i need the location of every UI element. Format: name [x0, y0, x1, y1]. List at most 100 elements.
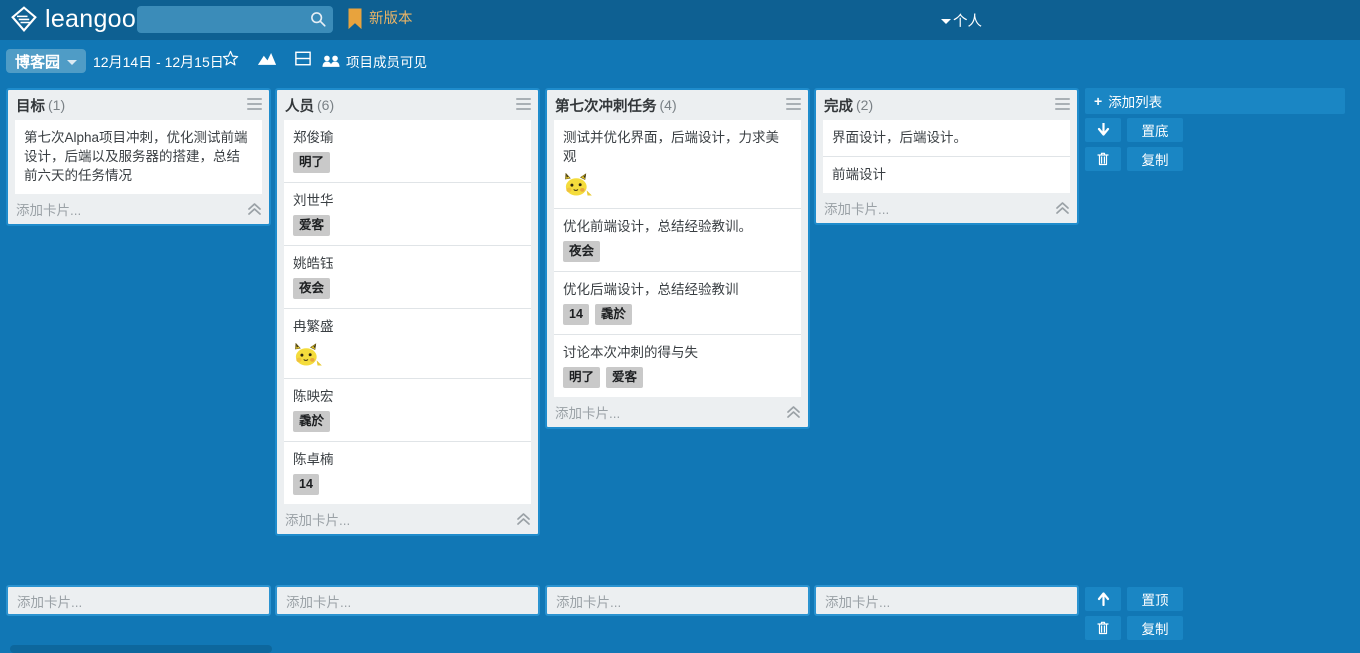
list-title: 第七次冲刺任务 [555, 98, 657, 115]
card[interactable]: 姚皓钰 夜会 [284, 246, 531, 309]
chevron-down-icon [941, 19, 951, 24]
add-card-input[interactable]: 添加卡片... [275, 585, 540, 616]
card[interactable]: 冉繁盛 [284, 309, 531, 379]
calendar-icon[interactable] [295, 51, 311, 66]
copy-list-button[interactable]: 复制 [1127, 147, 1183, 171]
card[interactable]: 讨论本次冲刺的得与失明了 爱客 [554, 335, 801, 397]
card[interactable]: 前端设计 [823, 157, 1070, 193]
card-text: 姚皓钰 [293, 256, 334, 271]
member-badge[interactable]: 夜会 [293, 278, 331, 299]
list-card-count: (4) [659, 97, 677, 113]
hamburger-menu-icon[interactable] [1055, 98, 1070, 111]
card[interactable]: 陈卓楠 14 [284, 442, 531, 504]
member-badge[interactable]: 14 [563, 304, 589, 325]
card-member-badges: 14 [293, 474, 522, 495]
card-member-badges: 明了 [293, 152, 522, 173]
card[interactable]: 界面设计，后端设计。 [823, 120, 1070, 157]
move-to-bottom-label-button[interactable]: 置底 [1127, 118, 1183, 142]
card-text: 陈映宏 [293, 389, 334, 404]
card[interactable]: 优化前端设计，总结经验教训。夜会 [554, 209, 801, 272]
card-text: 界面设计，后端设计。 [832, 130, 967, 145]
add-card-placeholder[interactable]: 添加卡片... [16, 199, 81, 219]
add-card-placeholder[interactable]: 添加卡片... [824, 198, 889, 218]
card[interactable]: 刘世华 爱客 [284, 183, 531, 246]
card-text: 优化前端设计，总结经验教训。 [563, 219, 752, 234]
new-version-link[interactable]: 新版本 [348, 8, 413, 29]
list-footer: 添加卡片... [816, 193, 1077, 223]
star-icon[interactable] [222, 50, 239, 67]
pikachu-avatar [565, 173, 592, 196]
card-member-badges: 夜会 [293, 278, 522, 299]
add-card-placeholder[interactable]: 添加卡片... [285, 509, 350, 529]
double-chevron-up-icon[interactable] [786, 405, 801, 419]
card[interactable]: 郑俊瑜 明了 [284, 120, 531, 183]
list-title: 目标 [16, 98, 45, 115]
list-cards: 郑俊瑜明了刘世华爱客姚皓钰夜会冉繁盛陈映宏毳於陈卓楠 14 [277, 120, 538, 504]
member-badge[interactable]: 毳於 [594, 304, 632, 325]
add-card-input[interactable]: 添加卡片... [6, 585, 271, 616]
member-badge[interactable]: 明了 [563, 367, 601, 388]
add-card-placeholder[interactable]: 添加卡片... [555, 402, 620, 422]
double-chevron-up-icon[interactable] [1055, 201, 1070, 215]
list-card-count: (2) [856, 97, 874, 113]
trash-icon [1097, 152, 1109, 166]
card-text: 第七次Alpha项目冲刺，优化测试前端设计，后端以及服务器的搭建，总结前六天的任… [24, 130, 248, 183]
move-to-bottom-button[interactable] [1085, 118, 1121, 142]
list-copy-row: 复制 [1085, 147, 1183, 171]
search-icon[interactable] [309, 10, 327, 28]
member-badge[interactable]: 毳於 [293, 411, 331, 432]
board-name-dropdown[interactable]: 博客园 [6, 49, 87, 73]
card[interactable]: 测试并优化界面，后端设计，力求美观 [554, 120, 801, 209]
arrow-up-icon [1097, 592, 1109, 606]
add-card-input[interactable]: 添加卡片... [545, 585, 810, 616]
card-text: 冉繁盛 [293, 319, 334, 334]
user-menu[interactable]: 个人 [941, 10, 982, 31]
add-list-button[interactable]: + 添加列表 [1085, 88, 1345, 114]
card[interactable]: 优化后端设计，总结经验教训 14 毳於 [554, 272, 801, 335]
add-card-input-placeholder: 添加卡片... [825, 594, 891, 610]
hamburger-menu-icon[interactable] [516, 98, 531, 111]
board-visibility[interactable]: 项目成员可见 [322, 51, 427, 71]
list-footer: 添加卡片... [8, 194, 269, 224]
card-member-badges: 明了 爱客 [563, 367, 792, 388]
chevron-down-icon [67, 59, 78, 65]
list-copy-row-bottom: 复制 [1085, 616, 1183, 640]
brand[interactable]: leangoo [10, 4, 136, 34]
add-card-input-placeholder: 添加卡片... [286, 594, 352, 610]
top-navigation-bar: leangoo 新版本 个人 [0, 0, 1360, 40]
member-badge[interactable]: 夜会 [563, 241, 601, 262]
list-header: 完成 (2) [816, 90, 1077, 120]
card-member-badges: 爱客 [293, 215, 522, 236]
board-list: 完成 (2) 界面设计，后端设计。前端设计添加卡片... [814, 88, 1079, 225]
hamburger-menu-icon[interactable] [786, 98, 801, 111]
card[interactable]: 陈映宏 毳於 [284, 379, 531, 442]
member-badge[interactable]: 14 [293, 474, 319, 495]
list-card-count: (6) [317, 97, 335, 113]
double-chevron-up-icon[interactable] [516, 512, 531, 526]
list-card-count: (1) [48, 97, 66, 113]
brand-name: leangoo [45, 5, 137, 33]
card-text: 郑俊瑜 [293, 130, 334, 145]
list-title: 完成 [824, 98, 853, 115]
list-title: 人员 [285, 98, 314, 115]
double-chevron-up-icon[interactable] [247, 202, 262, 216]
member-badge[interactable]: 爱客 [606, 367, 644, 388]
card-member-badges: 14 毳於 [563, 304, 792, 325]
search-input[interactable] [137, 6, 307, 33]
delete-list-button-bottom[interactable] [1085, 616, 1121, 640]
card[interactable]: 第七次Alpha项目冲刺，优化测试前端设计，后端以及服务器的搭建，总结前六天的任… [15, 120, 262, 194]
horizontal-scrollbar[interactable] [10, 645, 272, 653]
move-to-top-label-button[interactable]: 置顶 [1127, 587, 1183, 611]
delete-list-button[interactable] [1085, 147, 1121, 171]
copy-list-button-bottom[interactable]: 复制 [1127, 616, 1183, 640]
card-text: 讨论本次冲刺的得与失 [563, 345, 698, 360]
search-box[interactable] [137, 6, 333, 33]
move-to-top-button[interactable] [1085, 587, 1121, 611]
add-card-input[interactable]: 添加卡片... [814, 585, 1079, 616]
card-text: 刘世华 [293, 193, 334, 208]
member-badge[interactable]: 爱客 [293, 215, 331, 236]
member-badge[interactable]: 明了 [293, 152, 331, 173]
chart-icon[interactable] [257, 51, 277, 66]
hamburger-menu-icon[interactable] [247, 98, 262, 111]
add-list-label: 添加列表 [1108, 95, 1163, 110]
